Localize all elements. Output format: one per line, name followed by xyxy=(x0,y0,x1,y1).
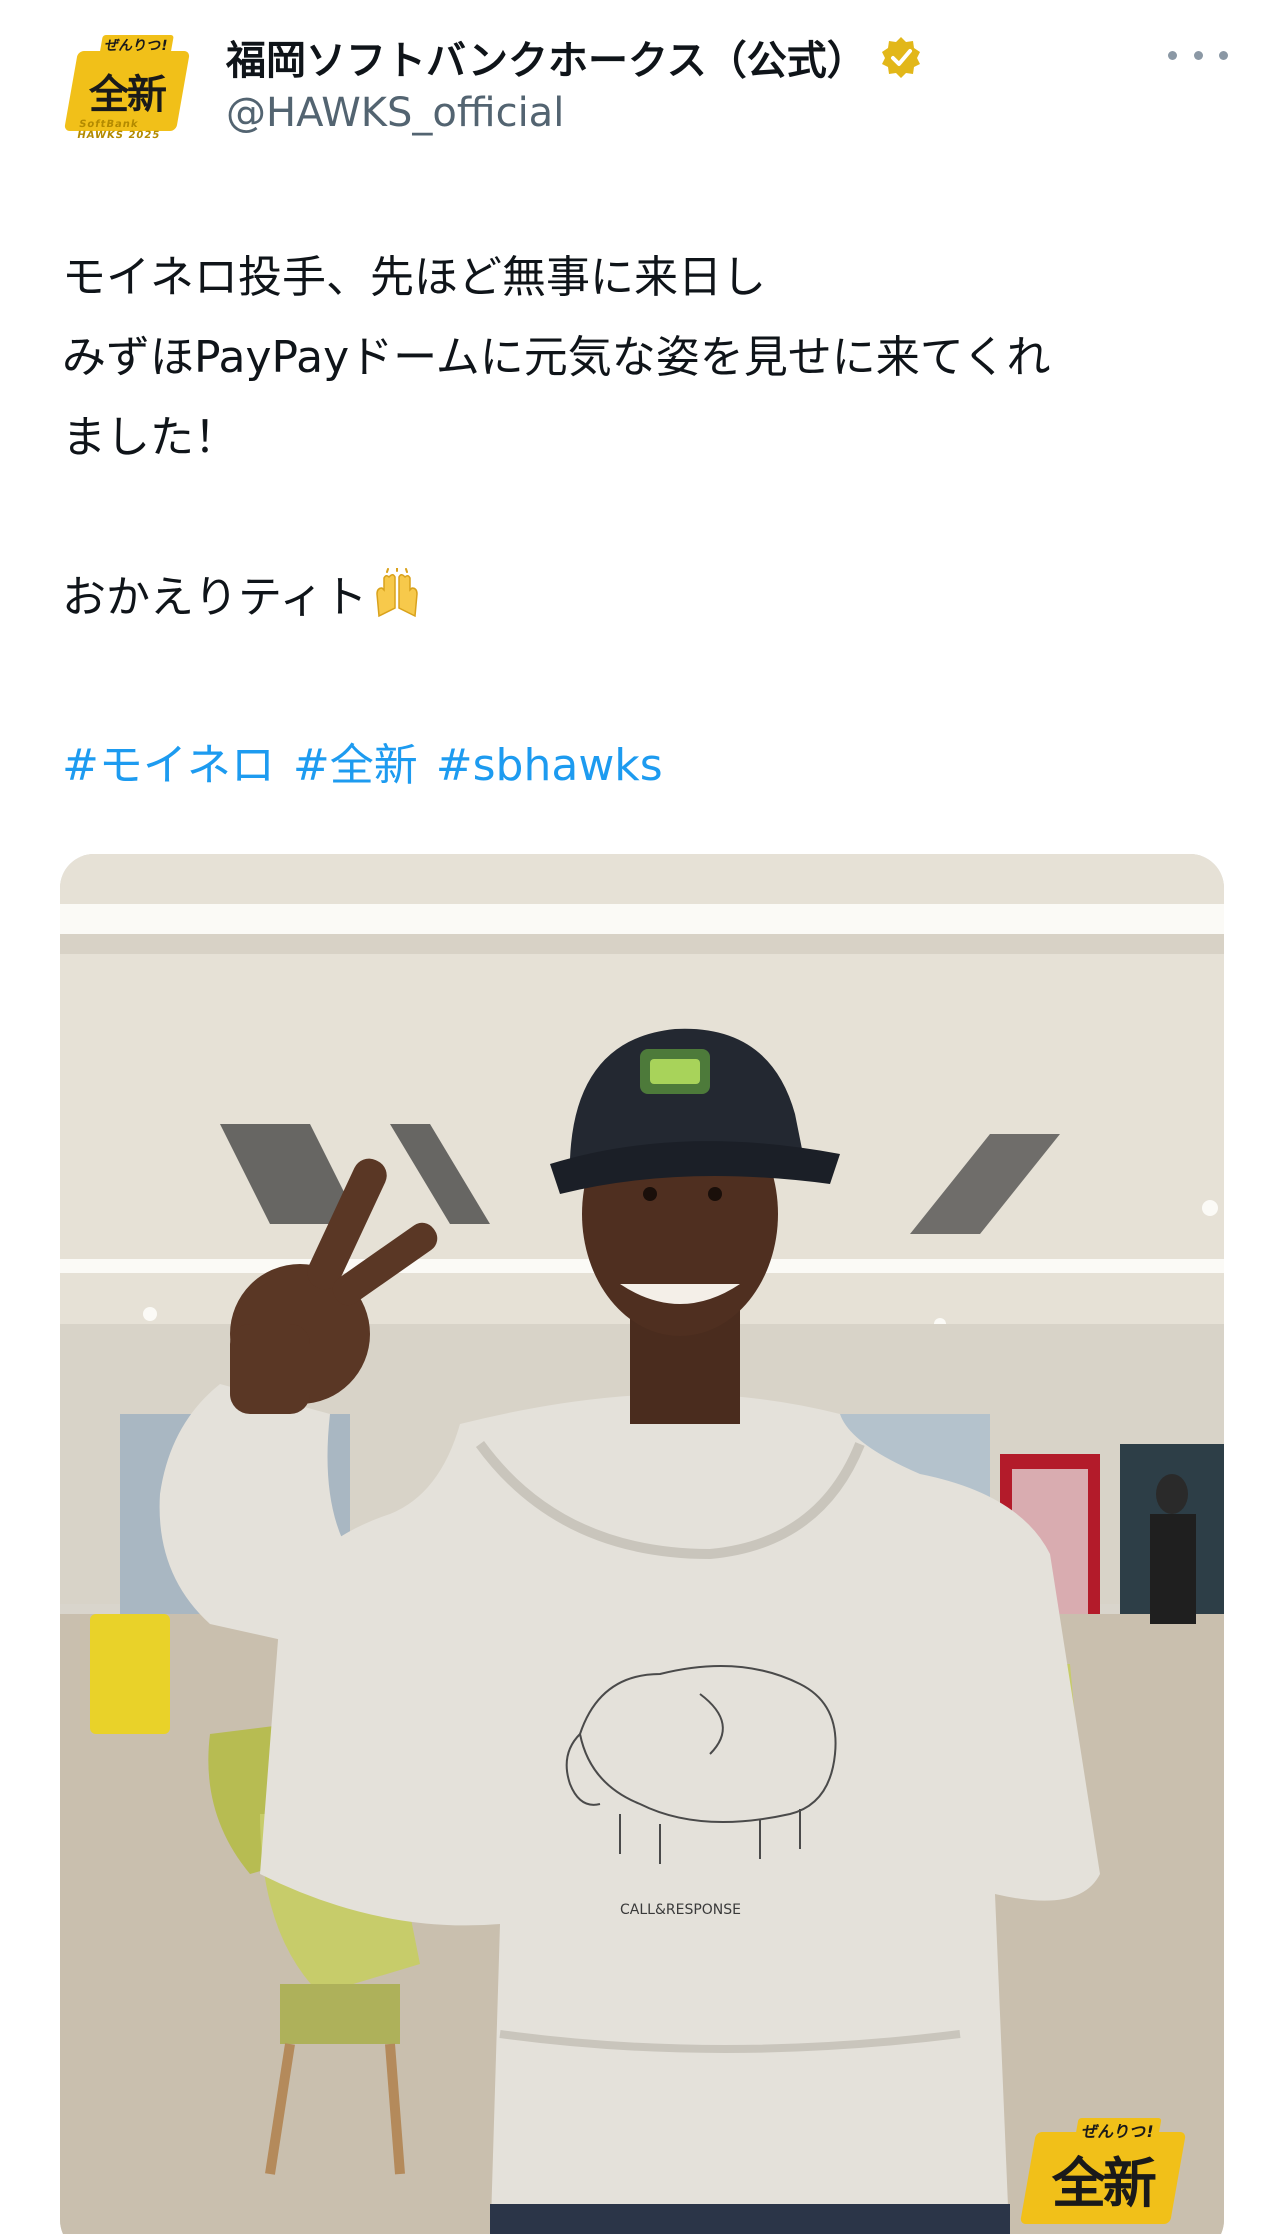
more-horizontal-icon[interactable] xyxy=(1168,40,1228,70)
tweet-header: ぜんりつ! 全新 SoftBank HAWKS 2025 福岡ソフトバンクホーク… xyxy=(0,0,1284,170)
greeting-text: おかえりティト xyxy=(62,572,368,623)
avatar[interactable]: ぜんりつ! 全新 SoftBank HAWKS 2025 xyxy=(62,26,192,156)
photo-illustration: CALL&RESPONSE xyxy=(60,854,1224,2234)
hashtag-moinero[interactable]: #モイネロ xyxy=(62,740,275,791)
tweet-photo[interactable]: CALL&RESPONSE ぜんりつ! 全新 xyxy=(60,854,1224,2234)
avatar-logo: ぜんりつ! 全新 SoftBank HAWKS 2025 xyxy=(63,35,191,141)
avatar-bottom-text: SoftBank HAWKS 2025 xyxy=(76,119,162,141)
display-name[interactable]: 福岡ソフトバンクホークス（公式） xyxy=(226,28,867,86)
sweatshirt-brand: CALL&RESPONSE xyxy=(620,1902,741,1918)
tweet-text: モイネロ投手、先ほど無事に来日し みずほPayPayドームに元気な姿を見せに来て… xyxy=(62,238,1232,806)
name-row: 福岡ソフトバンクホークス（公式） xyxy=(226,30,923,84)
hashtag-zenshin[interactable]: #全新 xyxy=(293,740,418,791)
tweet-line-3: ました！ xyxy=(62,412,238,463)
tweet-line-1: モイネロ投手、先ほど無事に来日し xyxy=(62,252,766,303)
avatar-top-text: ぜんりつ! xyxy=(99,35,174,55)
hashtag-sbhawks[interactable]: #sbhawks xyxy=(436,740,663,791)
greeting-line: おかえりティト xyxy=(62,558,1232,646)
verified-badge-icon xyxy=(879,35,923,79)
tweet: ぜんりつ! 全新 SoftBank HAWKS 2025 福岡ソフトバンクホーク… xyxy=(0,0,1284,2234)
tweet-line-2: みずほPayPayドームに元気な姿を見せに来てくれ xyxy=(62,332,1051,383)
raising-hands-icon xyxy=(371,566,423,646)
account-handle[interactable]: @HAWKS_official xyxy=(226,90,564,136)
watermark-text: 全新 xyxy=(1052,2151,1154,2215)
watermark-logo: ぜんりつ! 全新 xyxy=(1019,2118,1187,2224)
hashtags: #モイネロ #全新 #sbhawks xyxy=(62,726,1232,806)
avatar-text: 全新 xyxy=(89,72,165,118)
